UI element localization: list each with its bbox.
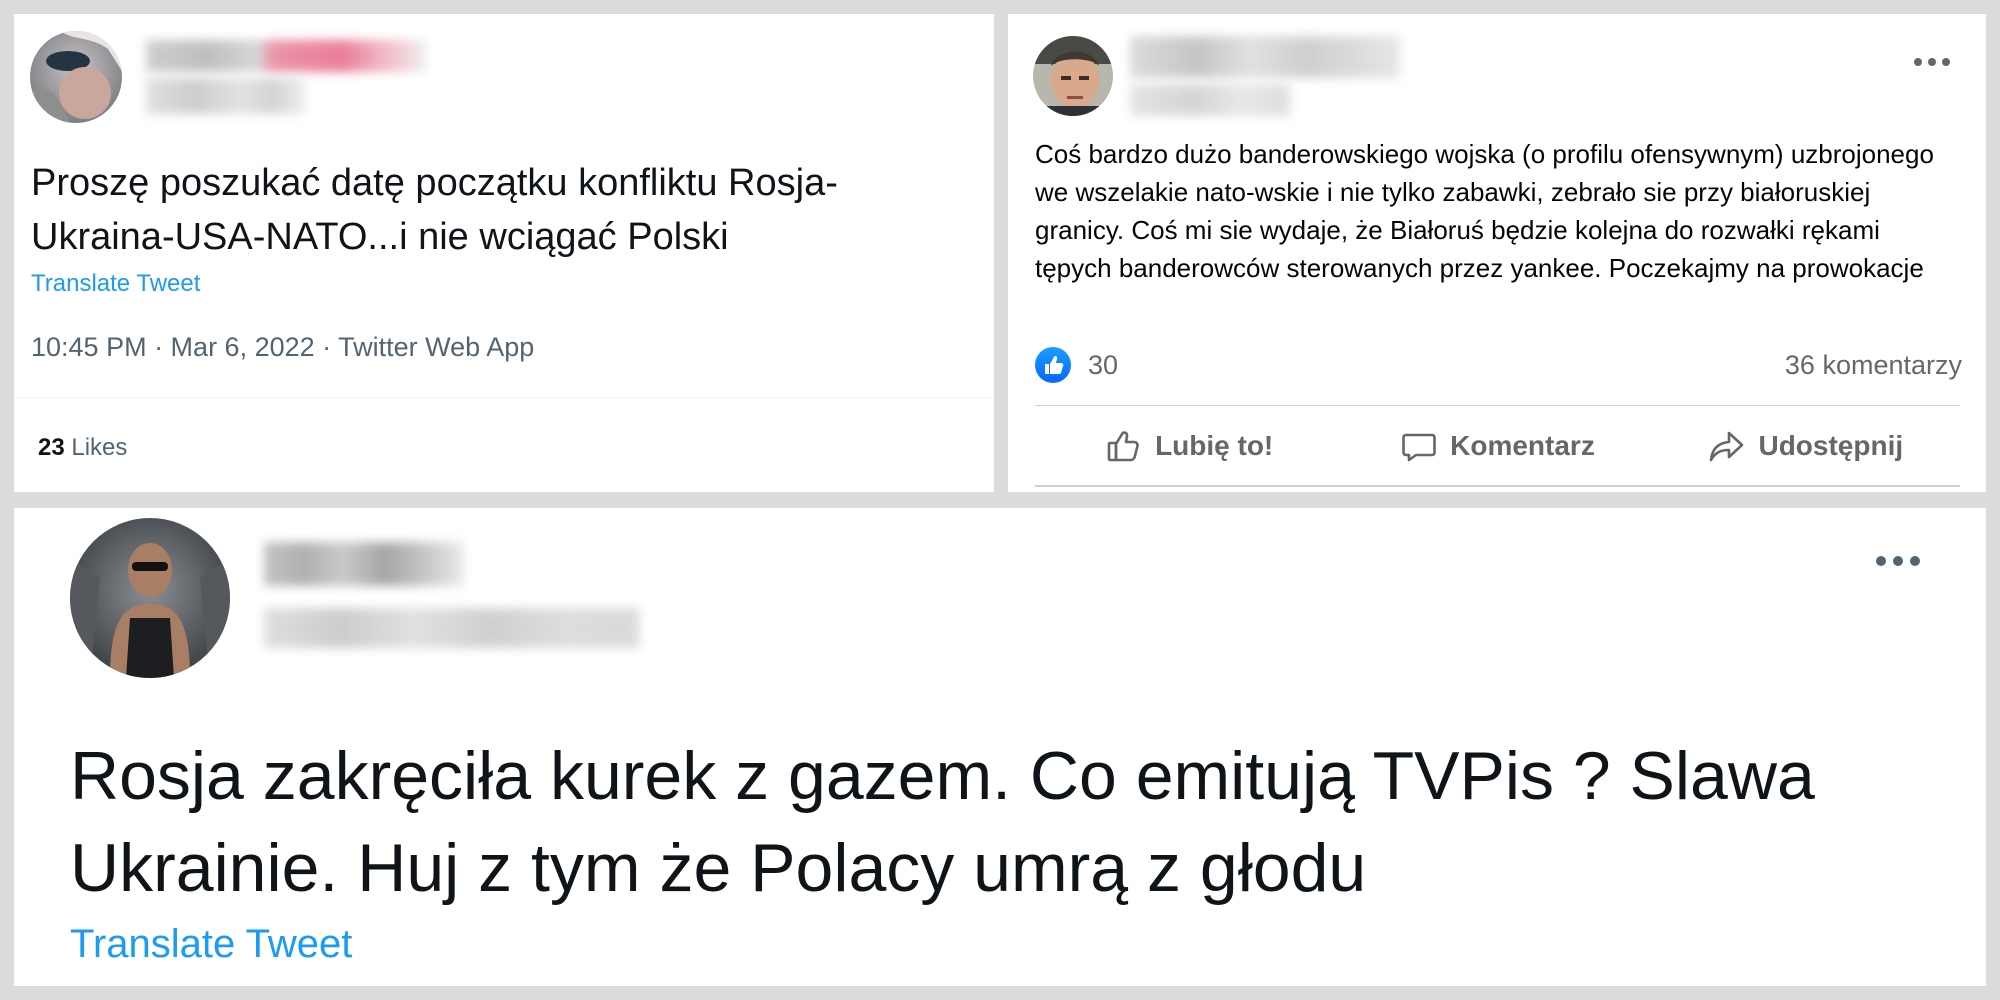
like-reaction-icon[interactable] — [1035, 347, 1071, 383]
likes-label: Likes — [71, 434, 128, 461]
likes-count[interactable]: 23 Likes — [38, 434, 127, 462]
blurred-display-name — [1130, 36, 1400, 78]
divider — [14, 397, 994, 398]
thumbs-up-icon — [1107, 431, 1139, 462]
comment-label: Komentarz — [1450, 430, 1595, 461]
share-label: Udostępnij — [1758, 430, 1904, 461]
more-options-icon[interactable] — [1914, 58, 1950, 66]
post-actions-bar: Lubię to! Komentarz Udostępnij — [1035, 414, 1960, 478]
blurred-post-meta — [1130, 84, 1290, 116]
blurred-display-name — [264, 542, 464, 586]
comment-button[interactable]: Komentarz — [1343, 414, 1651, 478]
user-avatar[interactable] — [1033, 36, 1113, 116]
blurred-username — [264, 608, 639, 648]
tweet-card-top-left: Proszę poszukać datę początku konfliktu … — [14, 14, 994, 492]
comments-count[interactable]: 36 komentarzy — [1785, 347, 1962, 383]
tweet-text: Rosja zakręciła kurek z gazem. Co emituj… — [70, 738, 1815, 906]
blurred-display-name — [146, 40, 426, 72]
likes-number: 23 — [38, 434, 65, 461]
like-button[interactable]: Lubię to! — [1035, 414, 1343, 478]
reaction-count[interactable]: 30 — [1088, 347, 1118, 383]
divider — [1035, 485, 1960, 487]
share-button[interactable]: Udostępnij — [1652, 414, 1960, 478]
like-label: Lubię to! — [1155, 430, 1274, 461]
user-avatar[interactable] — [30, 31, 122, 123]
share-icon — [1710, 431, 1744, 462]
translate-tweet-link[interactable]: Translate Tweet — [31, 270, 200, 298]
tweet-card-bottom: Rosja zakręciła kurek z gazem. Co emituj… — [14, 508, 1986, 986]
blurred-username — [146, 78, 306, 114]
facebook-post-card: Coś bardzo dużo banderowskiego wojska (o… — [1008, 14, 1986, 492]
tweet-text: Proszę poszukać datę początku konfliktu … — [31, 162, 838, 258]
post-text: Coś bardzo dużo banderowskiego wojska (o… — [1035, 139, 1934, 283]
translate-tweet-link[interactable]: Translate Tweet — [70, 922, 352, 967]
comment-icon — [1402, 433, 1436, 462]
user-avatar[interactable] — [70, 518, 230, 678]
more-options-icon[interactable] — [1876, 556, 1920, 566]
tweet-timestamp[interactable]: 10:45 PM · Mar 6, 2022 · Twitter Web App — [31, 332, 534, 363]
divider — [1035, 405, 1960, 406]
